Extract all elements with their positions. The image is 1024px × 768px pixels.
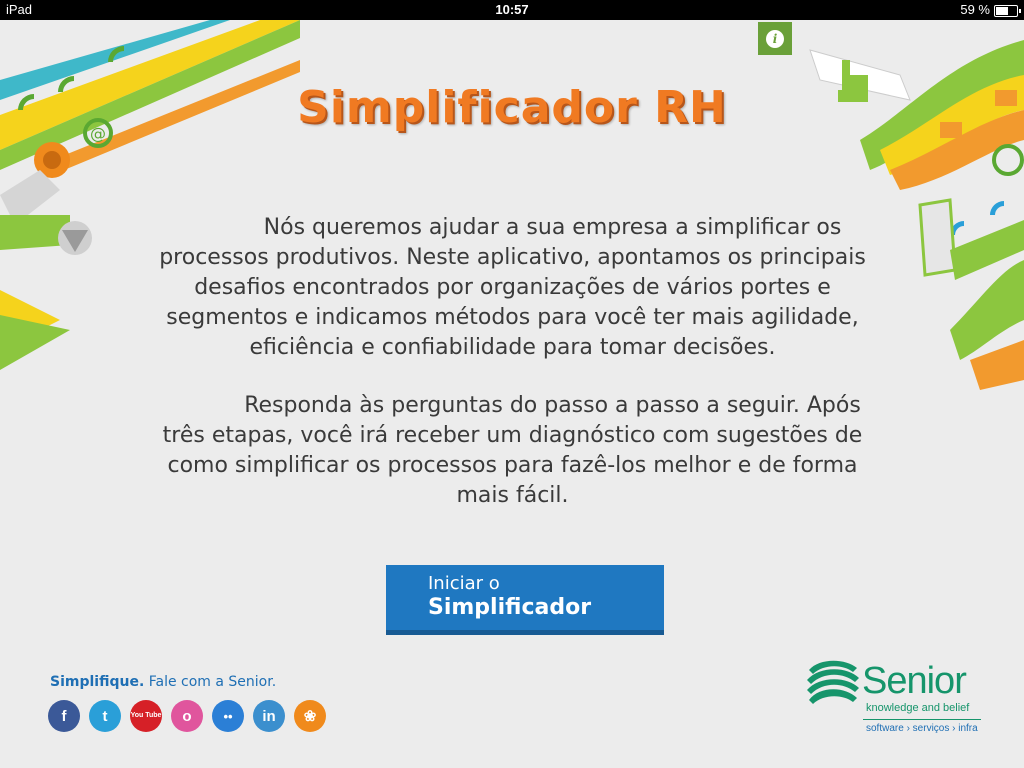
wifi-icon <box>950 201 1004 235</box>
orkut-icon[interactable]: o <box>171 700 203 732</box>
brand-name: Senior <box>862 660 967 702</box>
status-bar: iPad 10:57 59 % <box>0 0 1024 20</box>
brand-divider <box>863 719 981 720</box>
battery-percent: 59 % <box>960 2 990 17</box>
slideshare-icon[interactable]: ❀ <box>294 700 326 732</box>
youtube-icon[interactable]: You Tube <box>130 700 162 732</box>
start-button-line2: Simplificador <box>428 595 592 620</box>
brand-tagline: knowledge and belief <box>866 702 970 714</box>
app-screen: @ i Simplificador RH Nós queremos ajudar… <box>0 20 1024 768</box>
social-links: f t You Tube o •• in ❀ <box>48 700 326 732</box>
senior-logo-icon <box>807 660 859 704</box>
page-title: Simplificador RH <box>297 82 727 133</box>
footer-tagline: Simplifique. Fale com a Senior. <box>50 674 276 690</box>
battery-status: 59 % <box>960 0 1021 20</box>
clock: 10:57 <box>495 2 529 17</box>
flickr-icon[interactable]: •• <box>212 700 244 732</box>
info-icon: i <box>766 29 784 48</box>
intro-paragraph-2: Responda às perguntas do passo a passo a… <box>162 393 863 508</box>
start-button-line1: Iniciar o <box>428 573 500 594</box>
facebook-icon[interactable]: f <box>48 700 80 732</box>
battery-icon <box>994 4 1021 17</box>
info-button[interactable]: i <box>758 22 792 55</box>
linkedin-icon[interactable]: in <box>253 700 285 732</box>
brand-services: software › serviços › infra <box>866 723 978 734</box>
twitter-icon[interactable]: t <box>89 700 121 732</box>
tagline-bold: Simplifique. <box>50 674 145 690</box>
intro-text: Nós queremos ajudar a sua empresa a simp… <box>140 213 885 539</box>
tagline-rest: Fale com a Senior. <box>144 674 277 690</box>
server-icon <box>918 198 957 277</box>
start-simplifier-button[interactable]: Iniciar o Simplificador <box>386 565 664 635</box>
intro-paragraph-1: Nós queremos ajudar a sua empresa a simp… <box>159 215 866 360</box>
